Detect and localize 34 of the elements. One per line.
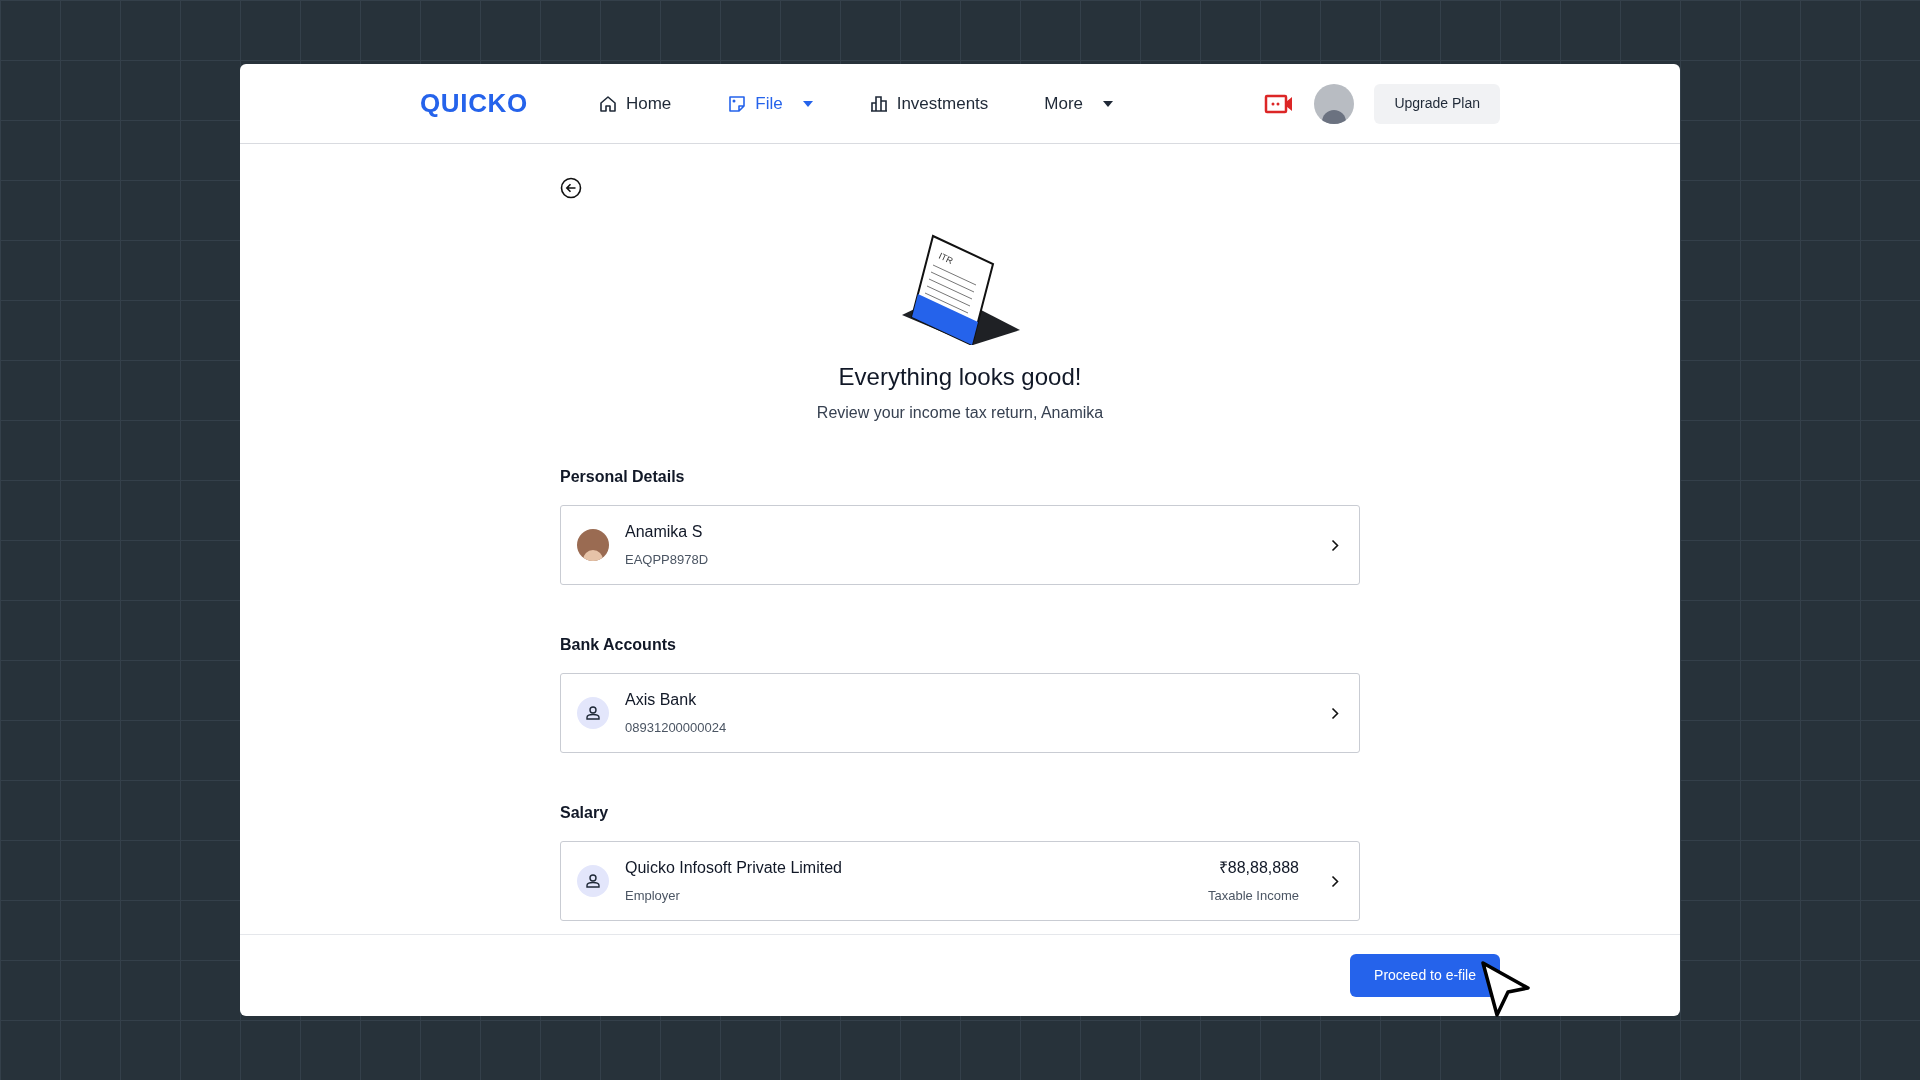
chevron-right-icon [1331, 874, 1339, 888]
user-icon [577, 865, 609, 897]
page-title: Everything looks good! [838, 362, 1082, 392]
user-icon [577, 697, 609, 729]
detail-card[interactable]: Anamika S EAQPP8978D [560, 505, 1360, 585]
amount-label: Taxable Income [1207, 887, 1299, 906]
amount: ₹88,88,888 [1218, 858, 1299, 879]
row-subtitle: 08931200000024 [625, 719, 727, 738]
section-heading: Bank Accounts [560, 635, 677, 655]
nav-tab[interactable]: File [727, 90, 813, 117]
detail-card[interactable]: Quicko Infosoft Private Limited Employer ₹88,88,888 Taxable Income [560, 841, 1360, 921]
section-heading: Salary [560, 803, 610, 823]
avatar[interactable] [1314, 83, 1355, 124]
section-heading: Personal Details [560, 467, 686, 487]
document-icon [727, 93, 748, 114]
row-subtitle: EAQPP8978D [625, 551, 709, 570]
video-camera-icon[interactable] [1264, 92, 1295, 115]
nav-tab[interactable]: Investments [868, 90, 989, 117]
row-subtitle: Employer [625, 887, 681, 906]
avatar [577, 529, 609, 561]
chevron-right-icon [1331, 706, 1339, 720]
tax-return-document-drawing: ITR [900, 233, 1020, 345]
nav-tab[interactable]: More [1044, 90, 1114, 117]
upgrade-plan-button[interactable]: Upgrade Plan [1374, 83, 1500, 124]
detail-card[interactable]: Axis Bank 08931200000024 [560, 673, 1360, 753]
bar-chart-icon [868, 93, 889, 114]
row-title: Quicko Infosoft Private Limited [625, 858, 842, 879]
row-title: Anamika S [625, 522, 704, 543]
quicko-logo[interactable]: QUICKO [420, 84, 528, 123]
page-subtitle: Review your income tax return, Anamika [816, 403, 1104, 423]
row-title: Axis Bank [625, 690, 698, 711]
nav-tab[interactable]: Home [597, 90, 672, 117]
chevron-right-icon [1331, 538, 1339, 552]
home-icon [597, 93, 618, 114]
